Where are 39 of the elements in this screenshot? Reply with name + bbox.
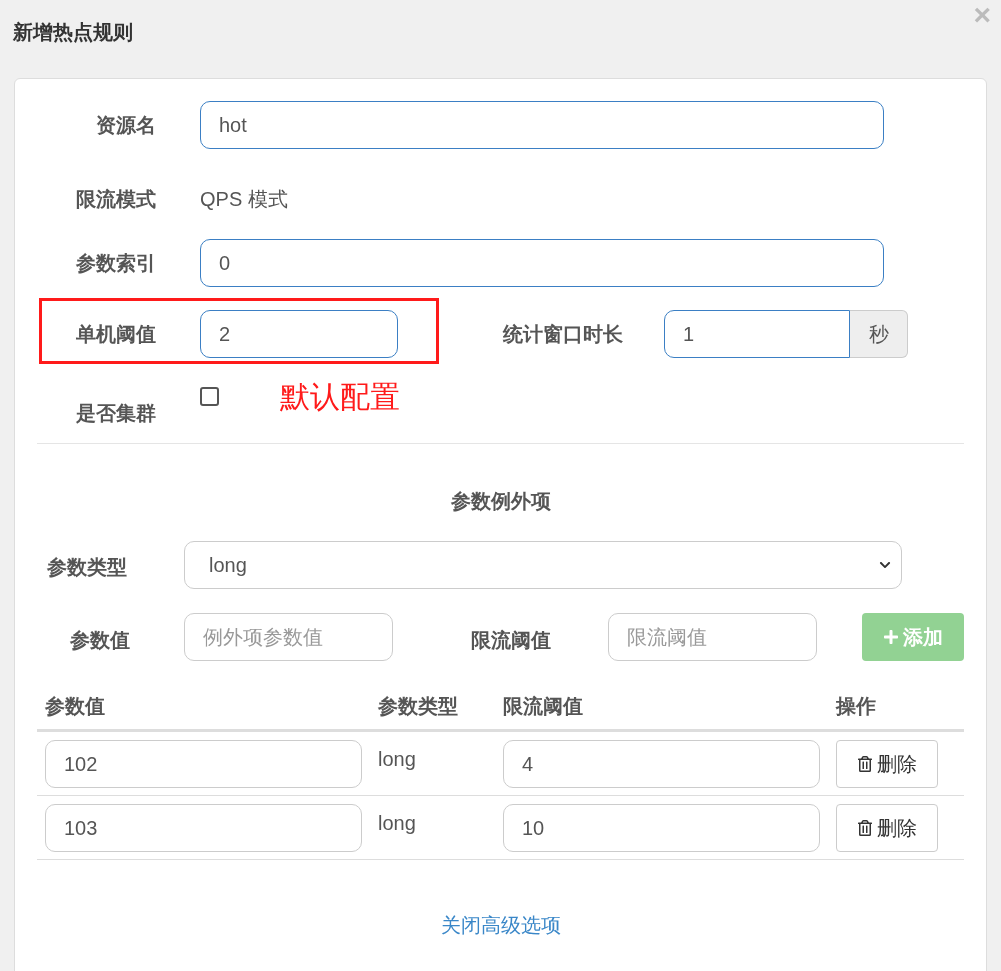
field-label: 参数值 — [70, 629, 130, 651]
section-title: 参数例外项 — [450, 489, 551, 514]
field-label: 统计窗口时长 — [503, 323, 623, 345]
input-field[interactable]: hot — [200, 101, 884, 149]
trash-icon — [857, 756, 873, 772]
delete-button[interactable]: 删除 — [836, 740, 938, 788]
input-field[interactable]: 限流阈值 — [608, 613, 818, 661]
annotation-text: 默认配置 — [280, 379, 400, 415]
dialog-title: 新增热点规则 — [13, 20, 133, 45]
field-label: 限流阈值 — [503, 695, 583, 717]
input-field[interactable]: 例外项参数值 — [183, 613, 393, 661]
table-cell: long — [378, 748, 416, 770]
toggle-link[interactable]: 关闭高级选项 — [440, 910, 561, 940]
input-field[interactable]: 0 — [200, 239, 884, 287]
checkbox[interactable] — [200, 387, 219, 406]
trash-icon — [857, 820, 873, 836]
field-label: 是否集群 — [76, 402, 156, 424]
unit-addon: 秒 — [850, 310, 908, 358]
delete-button[interactable]: 删除 — [836, 804, 938, 852]
plus-icon — [883, 629, 900, 645]
input-field[interactable]: 4 — [503, 740, 820, 788]
input-field[interactable]: 1 — [664, 310, 850, 358]
input-field[interactable]: 10 — [503, 804, 820, 852]
input-field[interactable]: 103 — [45, 804, 362, 852]
input-field[interactable]: 102 — [45, 740, 362, 788]
type-select[interactable]: long — [184, 541, 902, 589]
field-label: 参数值 — [45, 695, 105, 717]
mode-value: QPS 模式 — [200, 187, 288, 212]
field-label: 参数索引 — [76, 252, 156, 274]
field-label: 参数类型 — [47, 555, 127, 578]
table-cell: long — [378, 812, 416, 834]
field-label: 操作 — [836, 695, 876, 717]
field-label: 单机阈值 — [76, 323, 156, 345]
field-label: 参数类型 — [378, 695, 458, 717]
field-label: 限流模式 — [76, 188, 156, 210]
field-label: 资源名 — [96, 114, 156, 136]
field-label: 限流阈值 — [470, 629, 551, 651]
input-field[interactable]: 2 — [200, 310, 398, 358]
chevron-down-icon — [879, 559, 891, 571]
